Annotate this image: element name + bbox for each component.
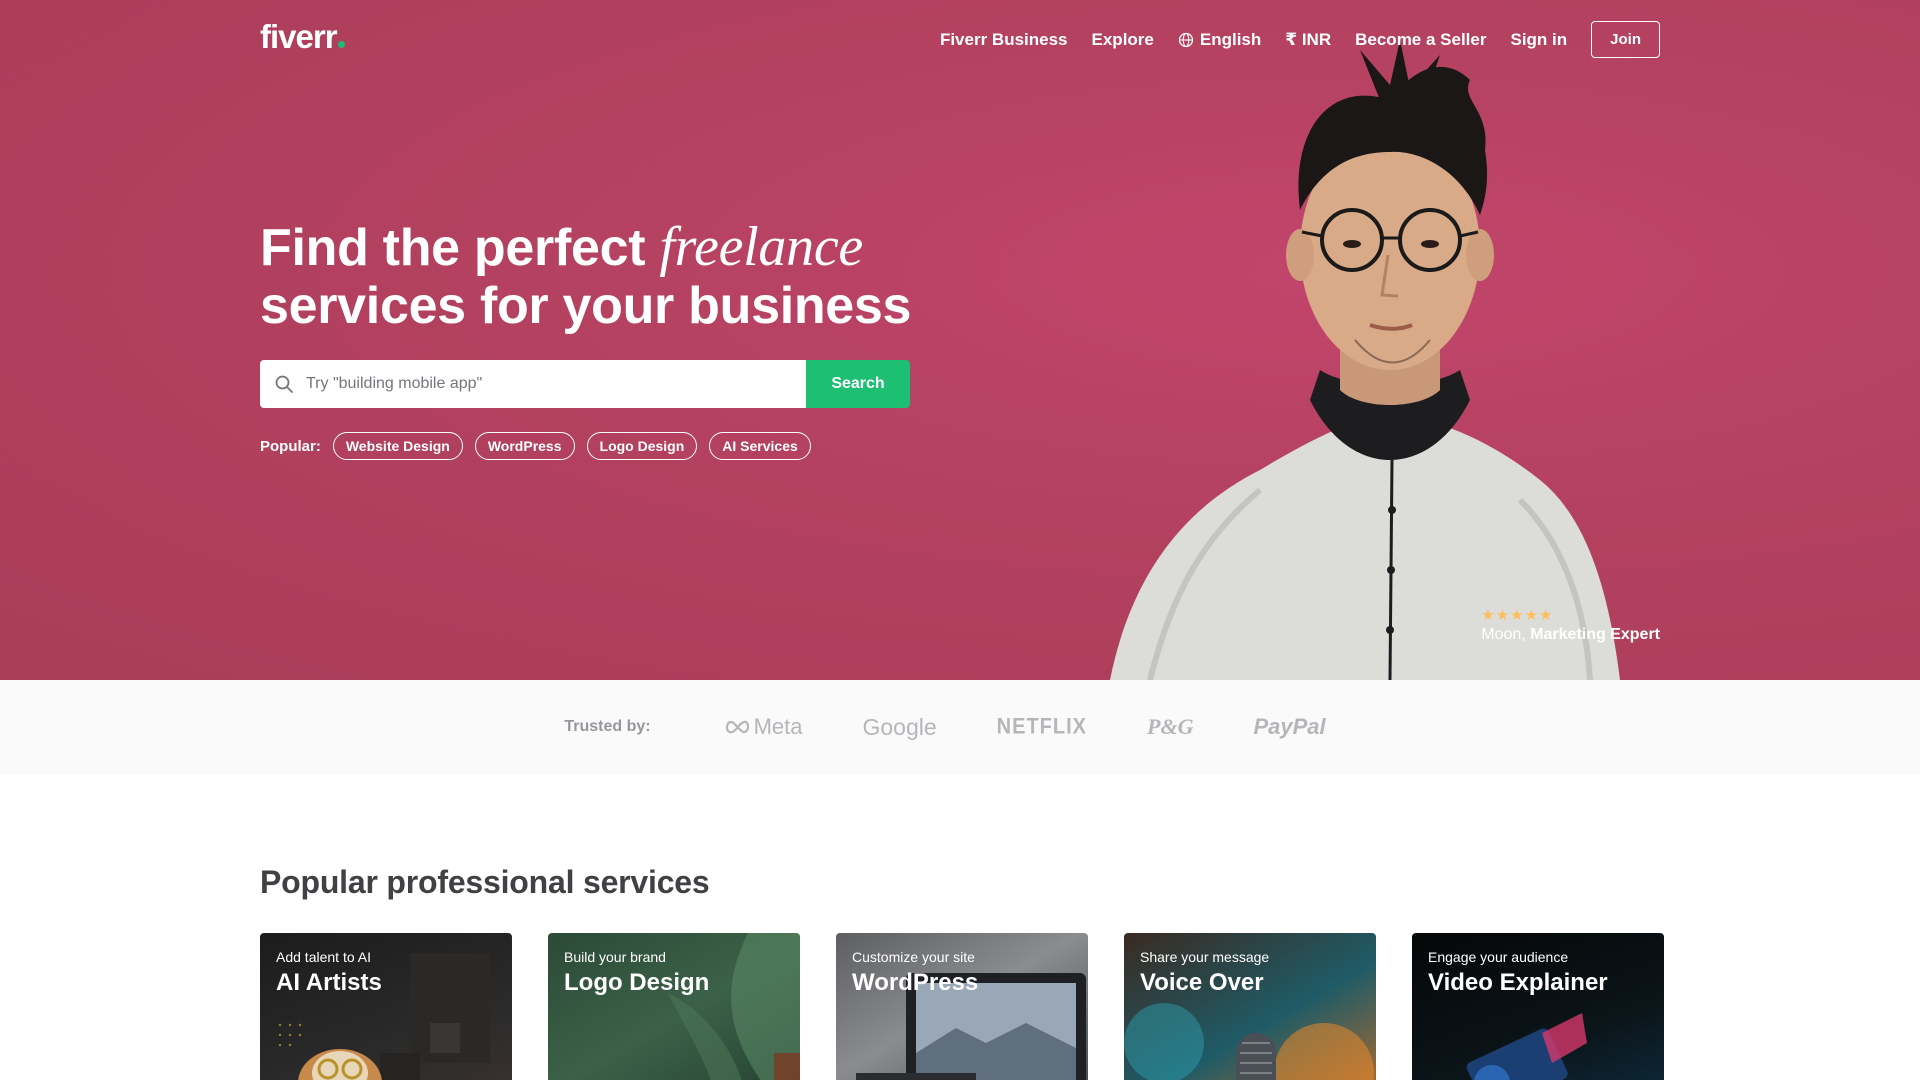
seller-credit: ★★★★★ Moon, Marketing Expert — [1481, 606, 1660, 644]
search-button[interactable]: Search — [806, 360, 910, 408]
nav-links: Fiverr Business Explore English ₹ INR Be… — [940, 21, 1660, 58]
popular-chip-ai-services[interactable]: AI Services — [709, 432, 811, 460]
service-card-wordpress[interactable]: Customize your site WordPress — [836, 933, 1088, 1080]
rating-stars-icon: ★★★★★ — [1481, 607, 1554, 624]
globe-icon — [1178, 32, 1194, 47]
meta-logo-text: Meta — [753, 714, 803, 739]
popular-label: Popular: — [260, 437, 321, 455]
card-subtitle: Build your brand — [564, 949, 666, 965]
trusted-by-label: Trusted by: — [564, 718, 651, 735]
popular-chip-website-design[interactable]: Website Design — [332, 432, 463, 460]
nav-become-seller[interactable]: Become a Seller — [1355, 30, 1486, 50]
popular-searches: Popular: Website Design WordPress Logo D… — [260, 432, 811, 460]
headline-part-1: Find the perfect — [260, 219, 660, 277]
trusted-by-bar: Trusted by: Meta Google NETFLIX P&G PayP… — [0, 680, 1920, 774]
seller-role: Marketing Expert — [1530, 626, 1660, 643]
language-label: English — [1199, 29, 1262, 49]
fiverr-logo[interactable]: fiverr — [260, 18, 345, 56]
popular-chip-wordpress[interactable]: WordPress — [474, 432, 575, 460]
service-cards: Add talent to AI AI Artists Build your b… — [260, 933, 1664, 1080]
headline-line-2: services for your business — [260, 277, 912, 335]
service-card-ai-artists[interactable]: Add talent to AI AI Artists — [260, 933, 512, 1080]
card-subtitle: Customize your site — [852, 949, 975, 965]
card-subtitle: Engage your audience — [1428, 949, 1569, 965]
logo-dot-icon — [337, 41, 345, 48]
top-navigation: fiverr Fiverr Business Explore English ₹… — [0, 0, 1920, 80]
netflix-logo: NETFLIX — [996, 714, 1088, 739]
hero-headline: Find the perfect freelance services for … — [260, 218, 980, 335]
search-bar: Search — [260, 360, 910, 408]
nav-fiverr-business[interactable]: Fiverr Business — [940, 30, 1068, 50]
nav-sign-in[interactable]: Sign in — [1510, 30, 1567, 50]
headline-italic-word: freelance — [659, 216, 863, 278]
popular-chip-logo-design[interactable]: Logo Design — [586, 432, 698, 460]
hero-section: fiverr Fiverr Business Explore English ₹… — [0, 0, 1920, 680]
seller-name: Moon, — [1481, 626, 1526, 643]
nav-explore[interactable]: Explore — [1092, 30, 1154, 50]
card-title: WordPress — [852, 969, 979, 996]
service-card-logo-design[interactable]: Build your brand Logo Design — [548, 933, 800, 1080]
nav-language[interactable]: English — [1178, 30, 1261, 50]
google-logo: Google — [862, 713, 937, 740]
nav-currency[interactable]: ₹ INR — [1285, 30, 1331, 50]
search-input[interactable] — [306, 375, 786, 393]
meta-logo: Meta — [725, 714, 803, 740]
search-icon — [275, 375, 293, 393]
popular-services-heading: Popular professional services — [260, 864, 710, 900]
card-title: AI Artists — [276, 969, 382, 996]
card-title: Video Explainer — [1428, 969, 1608, 996]
service-card-video-explainer[interactable]: Engage your audience Video Explainer — [1412, 933, 1664, 1080]
paypal-logo: PayPal — [1253, 714, 1326, 739]
join-button[interactable]: Join — [1591, 21, 1660, 58]
card-title: Logo Design — [564, 969, 710, 996]
card-subtitle: Share your message — [1140, 949, 1270, 965]
card-subtitle: Add talent to AI — [276, 949, 371, 965]
meta-infinity-icon — [725, 720, 749, 734]
search-field[interactable] — [260, 360, 806, 408]
card-title: Voice Over — [1140, 969, 1264, 996]
seller-caption: Moon, Marketing Expert — [1481, 626, 1660, 644]
hero-person-image — [1110, 40, 1620, 680]
pg-logo: P&G — [1147, 714, 1194, 739]
service-card-voice-over[interactable]: Share your message Voice Over — [1124, 933, 1376, 1080]
